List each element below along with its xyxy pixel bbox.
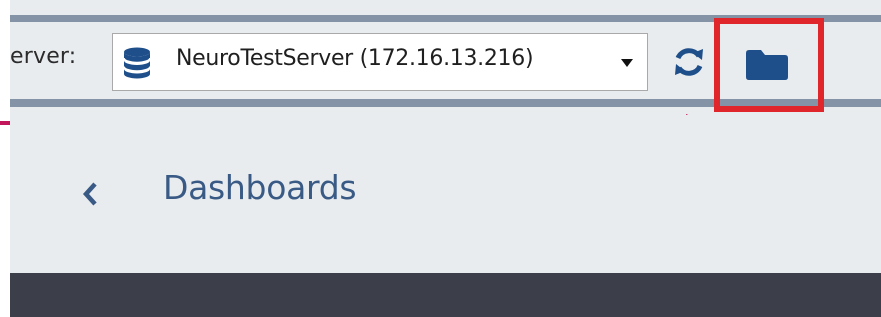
- chevron-left-icon[interactable]: [80, 180, 100, 208]
- breadcrumb-bar: [10, 115, 881, 273]
- dark-content-band: [10, 273, 881, 317]
- highlight-annotation-box: [714, 18, 824, 112]
- server-select-value: NeuroTestServer (172.16.13.216): [176, 46, 534, 71]
- page-title: Dashboards: [163, 168, 357, 207]
- page-margin: [0, 0, 10, 317]
- caret-down-icon: [621, 59, 633, 67]
- database-icon: [123, 47, 151, 79]
- screenshot-frame: erver: NeuroTestServer (172.16.13.216) D…: [0, 0, 881, 317]
- server-label: erver:: [10, 44, 77, 69]
- server-select[interactable]: NeuroTestServer (172.16.13.216): [112, 33, 648, 91]
- refresh-icon[interactable]: [672, 45, 706, 79]
